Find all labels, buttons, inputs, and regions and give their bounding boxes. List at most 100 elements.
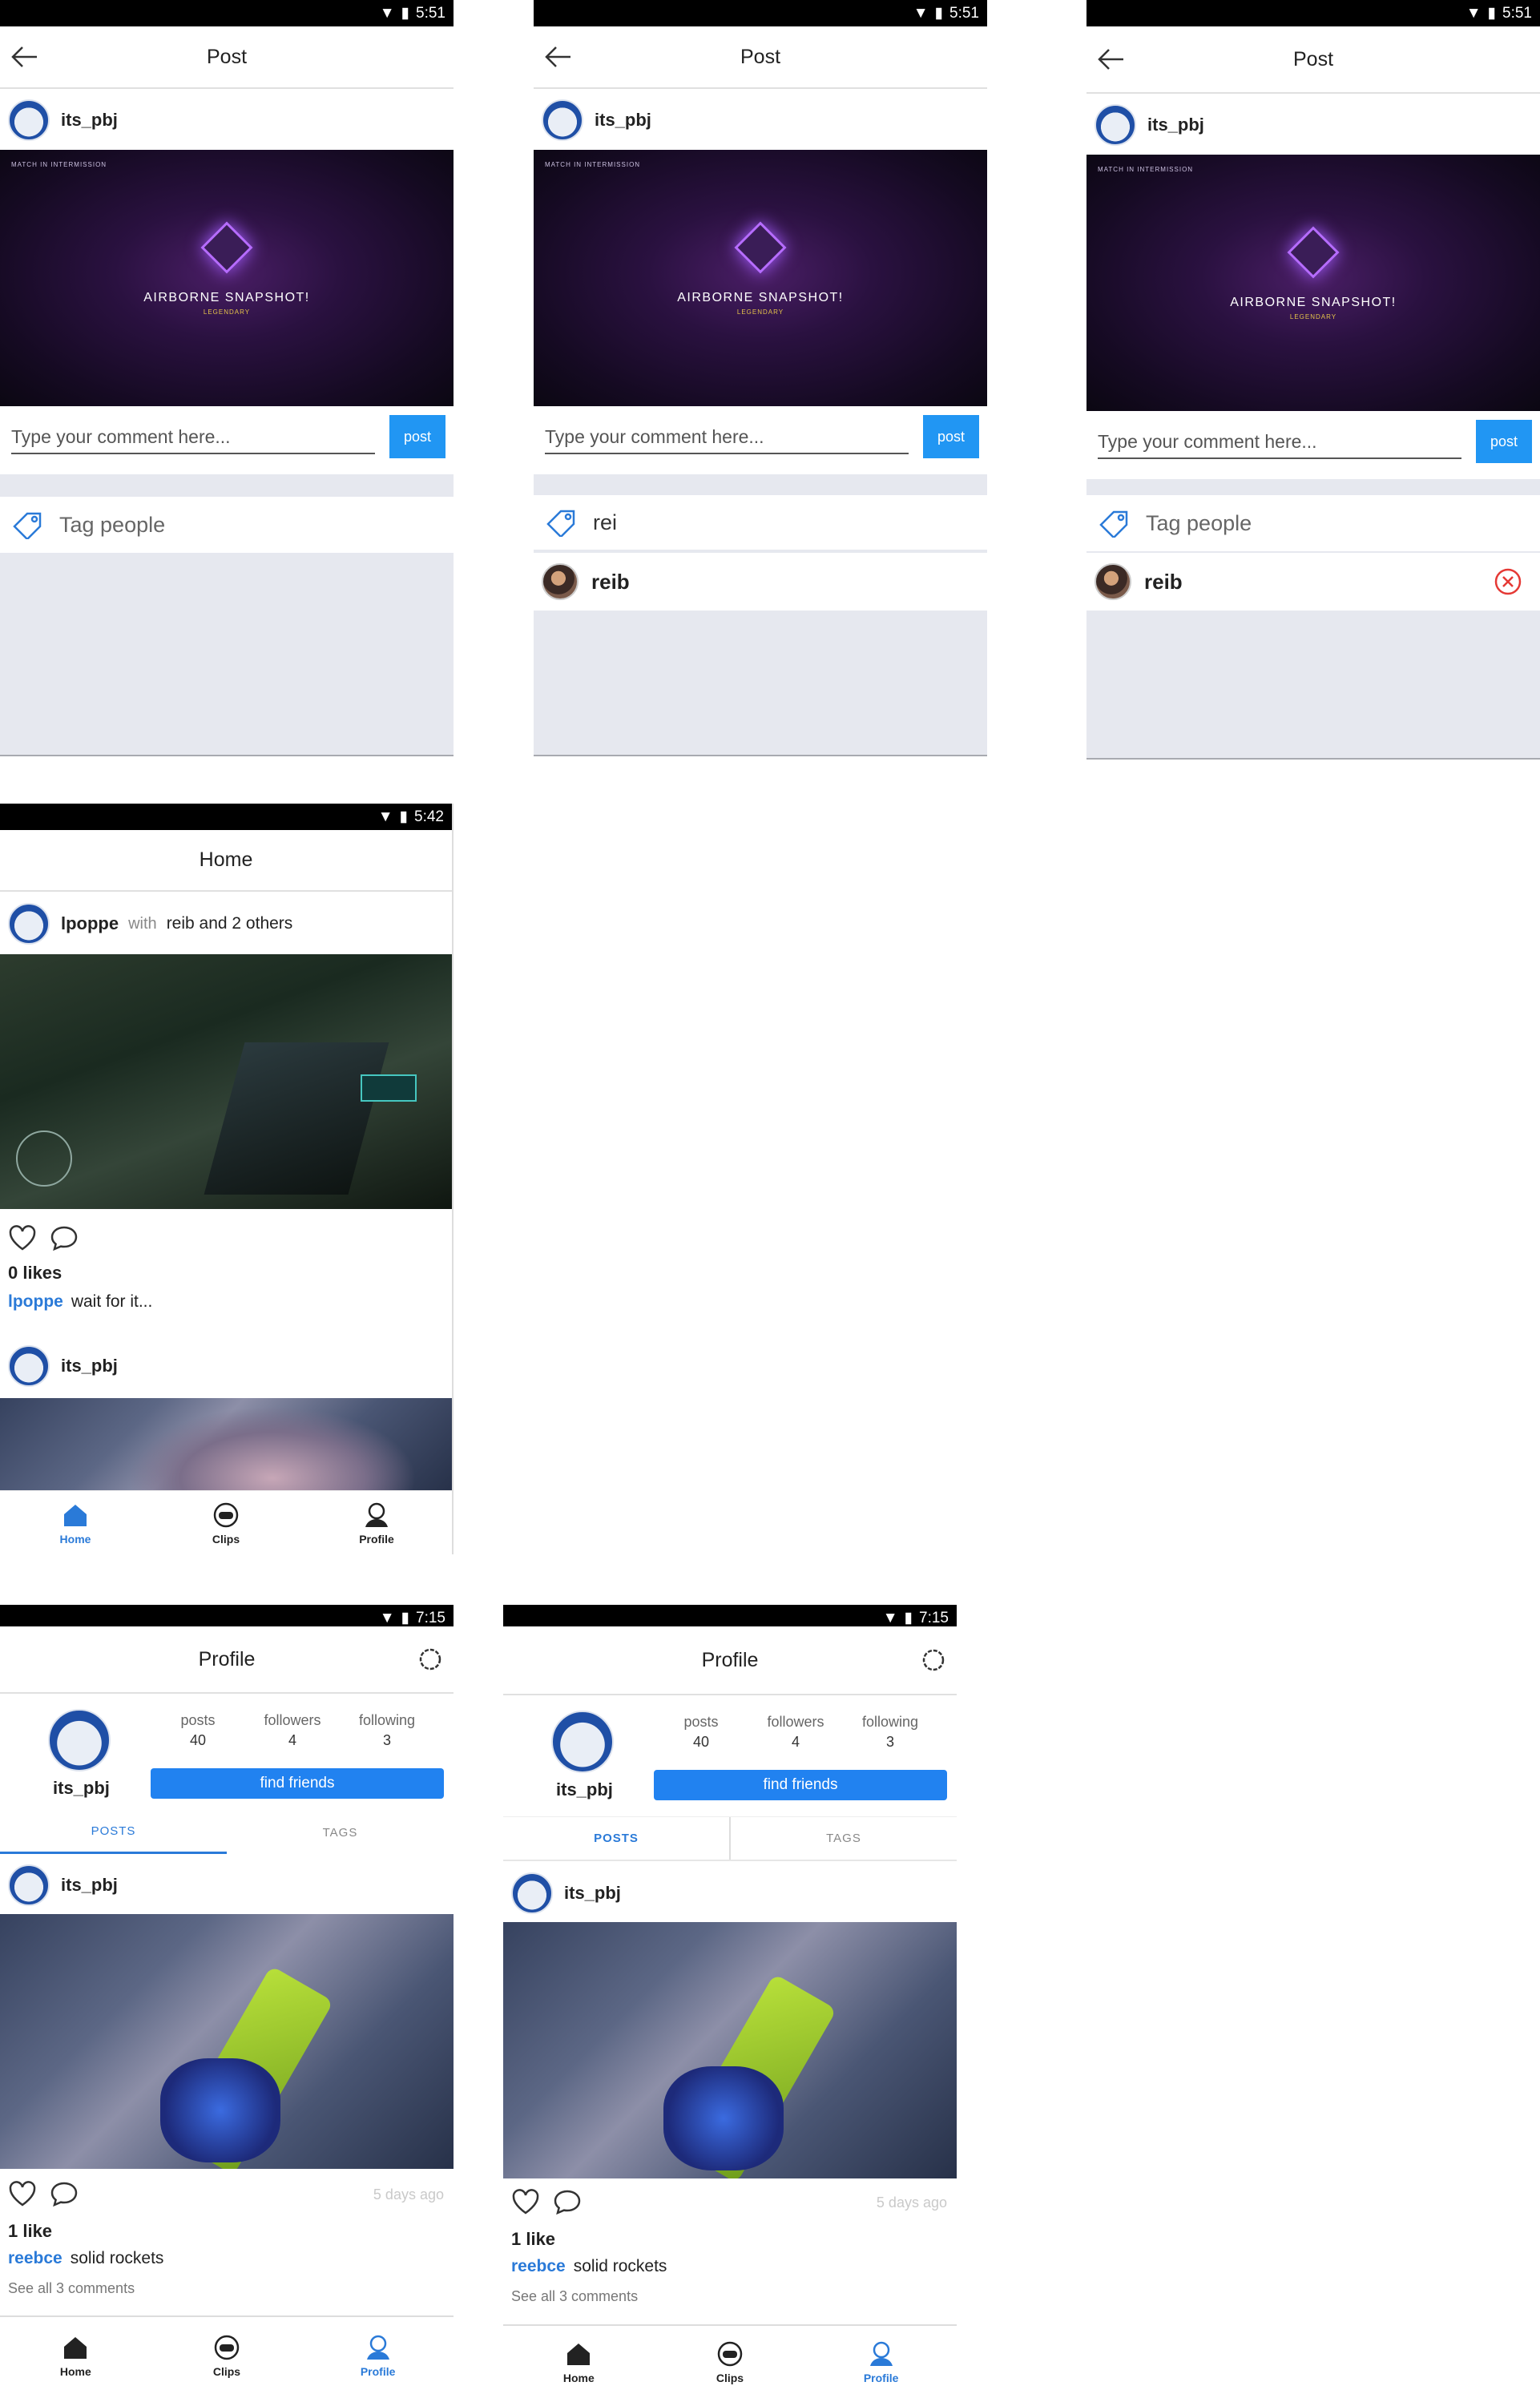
nav-clips-label: Clips <box>212 2365 241 2378</box>
post-media <box>0 1398 452 1490</box>
page-title: Post <box>740 45 781 68</box>
tagged-users[interactable]: reib and 2 others <box>167 914 293 933</box>
stat-followers[interactable]: followers 4 <box>245 1712 340 1749</box>
see-all-comments-link[interactable]: See all 3 comments <box>8 2280 135 2297</box>
status-time: 5:51 <box>416 4 445 22</box>
find-friends-button[interactable]: find friends <box>151 1768 444 1799</box>
remove-tag-icon[interactable] <box>1494 567 1522 596</box>
comment-input[interactable]: Type your comment here... <box>545 419 909 454</box>
stat-following[interactable]: following 3 <box>340 1712 434 1749</box>
post-user-row[interactable]: its_pbj <box>0 1855 454 1916</box>
stat-posts: posts 40 <box>683 1714 719 1750</box>
media-subtitle: LEGENDARY <box>1289 313 1337 321</box>
weapon-shape <box>204 1042 389 1195</box>
radar-icon <box>16 1130 72 1187</box>
nav-clips[interactable]: Clips <box>174 1501 278 1546</box>
profile-icon <box>365 1502 388 1527</box>
battery-icon: ▮ <box>399 808 409 825</box>
tag-people-row[interactable]: Tag people <box>0 497 454 553</box>
home-icon <box>64 2337 87 2359</box>
post-media: MATCH IN INTERMISSION AIRBORNE SNAPSHOT!… <box>534 150 987 406</box>
media-title: AIRBORNE SNAPSHOT! <box>1230 296 1397 309</box>
status-time: 7:15 <box>919 1609 949 1626</box>
nav-home-label: Home <box>59 2365 91 2378</box>
header: Post <box>0 26 454 89</box>
caption-username[interactable]: reebce <box>8 2249 62 2267</box>
nav-home-label: Home <box>59 1532 91 1546</box>
weapon-display <box>361 1074 417 1102</box>
nav-profile[interactable]: Profile <box>325 1501 429 1546</box>
tag-suggestion-row[interactable]: reib <box>534 553 987 611</box>
glove-shape <box>663 2066 784 2170</box>
comment-input[interactable]: Type your comment here... <box>11 419 375 454</box>
like-heart-icon[interactable] <box>511 2188 540 2215</box>
comment-bubble-icon[interactable] <box>50 2180 79 2207</box>
nav-home[interactable]: Home <box>23 1501 127 1546</box>
tab-tags[interactable]: TAGS <box>731 1817 957 1860</box>
avatar <box>542 99 583 141</box>
nav-home[interactable]: Home <box>23 2333 127 2378</box>
nav-profile[interactable]: Profile <box>829 2340 933 2384</box>
post-user-row[interactable]: its_pbj <box>1086 95 1540 155</box>
tag-people-input[interactable]: rei <box>593 510 617 535</box>
caption-text: wait for it... <box>71 1292 153 1311</box>
caption: lpoppe wait for it... <box>8 1292 152 1312</box>
post-actions <box>8 1224 79 1251</box>
comment-input[interactable]: Type your comment here... <box>1098 424 1461 459</box>
like-heart-icon[interactable] <box>8 2180 37 2207</box>
post-user-row[interactable]: lpoppe with reib and 2 others <box>0 893 452 954</box>
find-friends-button[interactable]: find friends <box>654 1770 947 1800</box>
post-button[interactable]: post <box>1476 420 1532 463</box>
tag-people-input[interactable]: Tag people <box>1146 511 1252 536</box>
medal-icon <box>1287 226 1340 279</box>
media-subtitle: LEGENDARY <box>203 308 251 316</box>
post-time-ago: 5 days ago <box>373 2186 444 2203</box>
like-heart-icon[interactable] <box>8 1224 37 1251</box>
caption-username[interactable]: lpoppe <box>8 1292 63 1311</box>
back-arrow-icon[interactable] <box>543 45 572 69</box>
see-all-comments-link[interactable]: See all 3 comments <box>511 2288 638 2305</box>
post-media: MATCH IN INTERMISSION AIRBORNE SNAPSHOT!… <box>0 150 454 406</box>
tab-posts[interactable]: POSTS <box>503 1817 731 1860</box>
nav-clips-label: Clips <box>716 2372 744 2384</box>
nav-profile-label: Profile <box>360 2365 396 2378</box>
media-title: AIRBORNE SNAPSHOT! <box>677 291 844 304</box>
settings-gear-icon[interactable] <box>920 1646 947 1674</box>
post-user-row[interactable]: its_pbj <box>0 91 454 150</box>
header: Profile <box>503 1626 957 1695</box>
post-button[interactable]: post <box>389 415 445 458</box>
settings-gear-icon[interactable] <box>417 1646 444 1673</box>
nav-clips[interactable]: Clips <box>678 2340 782 2384</box>
tab-posts[interactable]: POSTS <box>0 1811 227 1854</box>
nav-clips[interactable]: Clips <box>175 2333 279 2378</box>
caption-username[interactable]: reebce <box>511 2257 566 2275</box>
caption: reebce solid rockets <box>8 2249 163 2268</box>
nav-profile[interactable]: Profile <box>326 2333 430 2378</box>
profile-username: its_pbj <box>556 1779 613 1800</box>
post-user-row[interactable]: its_pbj <box>503 1863 957 1924</box>
back-arrow-icon[interactable] <box>10 45 38 69</box>
post-screen-tag-empty: ▼ ▮ 5:51 Post its_pbj MATCH IN INTERMISSIO… <box>0 0 454 757</box>
stat-followers[interactable]: followers 4 <box>748 1714 843 1751</box>
post-user-row[interactable]: its_pbj <box>0 1334 452 1398</box>
comment-bubble-icon[interactable] <box>50 1224 79 1251</box>
tag-people-row[interactable]: Tag people <box>1086 495 1540 551</box>
tag-people-input[interactable]: Tag people <box>59 513 165 538</box>
page-title: Profile <box>198 1647 256 1671</box>
wifi-icon: ▼ <box>882 1609 898 1626</box>
tag-people-row[interactable]: rei <box>534 495 987 550</box>
profile-screen-a: ▼ ▮ 7:15 Profile its_pbj posts 40 followers… <box>0 1605 454 2394</box>
back-arrow-icon[interactable] <box>1096 47 1125 71</box>
likes-count: 1 like <box>8 2221 53 2241</box>
post-user-row[interactable]: its_pbj <box>534 91 987 150</box>
stat-following[interactable]: following 3 <box>843 1714 937 1751</box>
post-button[interactable]: post <box>923 415 979 458</box>
username: its_pbj <box>61 1875 118 1895</box>
tab-tags[interactable]: TAGS <box>227 1811 454 1854</box>
post-screen-tag-selected: ▼ ▮ 5:51 Post its_pbj MATCH IN INTERMISSIO… <box>1086 0 1540 761</box>
comment-bubble-icon[interactable] <box>553 2188 582 2215</box>
battery-icon: ▮ <box>1487 5 1497 22</box>
nav-home[interactable]: Home <box>526 2340 631 2384</box>
status-bar: ▼ ▮ 5:51 <box>534 0 987 26</box>
username: lpoppe <box>61 913 119 933</box>
